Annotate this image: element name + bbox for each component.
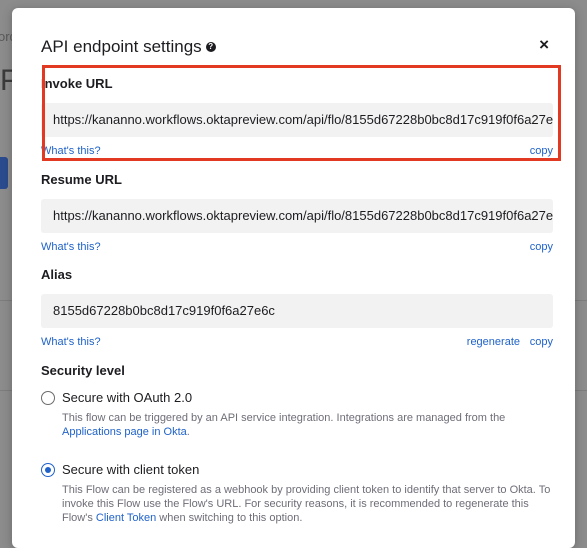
resume-url-section: Resume URL https://kananno.workflows.okt… xyxy=(41,172,553,255)
alias-regenerate-link[interactable]: regenerate xyxy=(467,336,520,348)
resume-copy-link[interactable]: copy xyxy=(530,241,553,253)
close-button[interactable]: × xyxy=(539,36,549,54)
alias-label: Alias xyxy=(41,267,73,282)
resume-whats-this-link[interactable]: What's this? xyxy=(41,241,101,253)
oauth-description: This flow can be triggered by an API ser… xyxy=(62,411,552,439)
applications-page-link[interactable]: Applications page in Okta xyxy=(62,426,187,438)
alias-section: Alias 8155d67228b0bc8d17c919f0f6a27e6c W… xyxy=(41,267,553,350)
client-token-radio[interactable] xyxy=(41,463,55,477)
resume-url-links: What's this? copy xyxy=(41,241,553,255)
client-token-link[interactable]: Client Token xyxy=(96,512,156,524)
invoke-url-section: Invoke URL https://kananno.workflows.okt… xyxy=(41,76,553,159)
oauth-radio-label[interactable]: Secure with OAuth 2.0 xyxy=(62,390,192,405)
resume-url-label: Resume URL xyxy=(41,172,122,187)
alias-whats-this-link[interactable]: What's this? xyxy=(41,336,101,348)
backdrop-divider xyxy=(0,300,12,301)
oauth-desc-text: This flow can be triggered by an API ser… xyxy=(62,412,506,424)
security-level-title: Security level xyxy=(41,363,125,378)
backdrop-divider xyxy=(0,390,12,391)
invoke-url-label: Invoke URL xyxy=(41,76,113,91)
backdrop-button-fragment xyxy=(0,157,8,189)
oauth-radio[interactable] xyxy=(41,391,55,405)
api-endpoint-settings-dialog: API endpoint settings? × Invoke URL http… xyxy=(12,8,575,548)
alias-links: What's this? regenerate copy xyxy=(41,336,553,350)
alias-field[interactable]: 8155d67228b0bc8d17c919f0f6a27e6c xyxy=(41,294,553,328)
backdrop-divider xyxy=(575,300,587,301)
invoke-whats-this-link[interactable]: What's this? xyxy=(41,145,101,157)
invoke-url-links: What's this? copy xyxy=(41,145,553,159)
help-icon[interactable]: ? xyxy=(205,41,216,52)
dialog-title-text: API endpoint settings xyxy=(41,37,202,56)
alias-copy-link[interactable]: copy xyxy=(530,336,553,348)
oauth-desc-suffix: . xyxy=(186,426,190,438)
client-token-desc-suffix: when switching to this option. xyxy=(156,512,303,524)
client-token-description: This Flow can be registered as a webhook… xyxy=(62,483,552,525)
invoke-copy-link[interactable]: copy xyxy=(530,145,553,157)
dialog-title: API endpoint settings? xyxy=(41,37,216,57)
invoke-url-field[interactable]: https://kananno.workflows.oktapreview.co… xyxy=(41,103,553,137)
backdrop-divider xyxy=(575,390,587,391)
resume-url-field[interactable]: https://kananno.workflows.oktapreview.co… xyxy=(41,199,553,233)
client-token-radio-label[interactable]: Secure with client token xyxy=(62,462,199,477)
